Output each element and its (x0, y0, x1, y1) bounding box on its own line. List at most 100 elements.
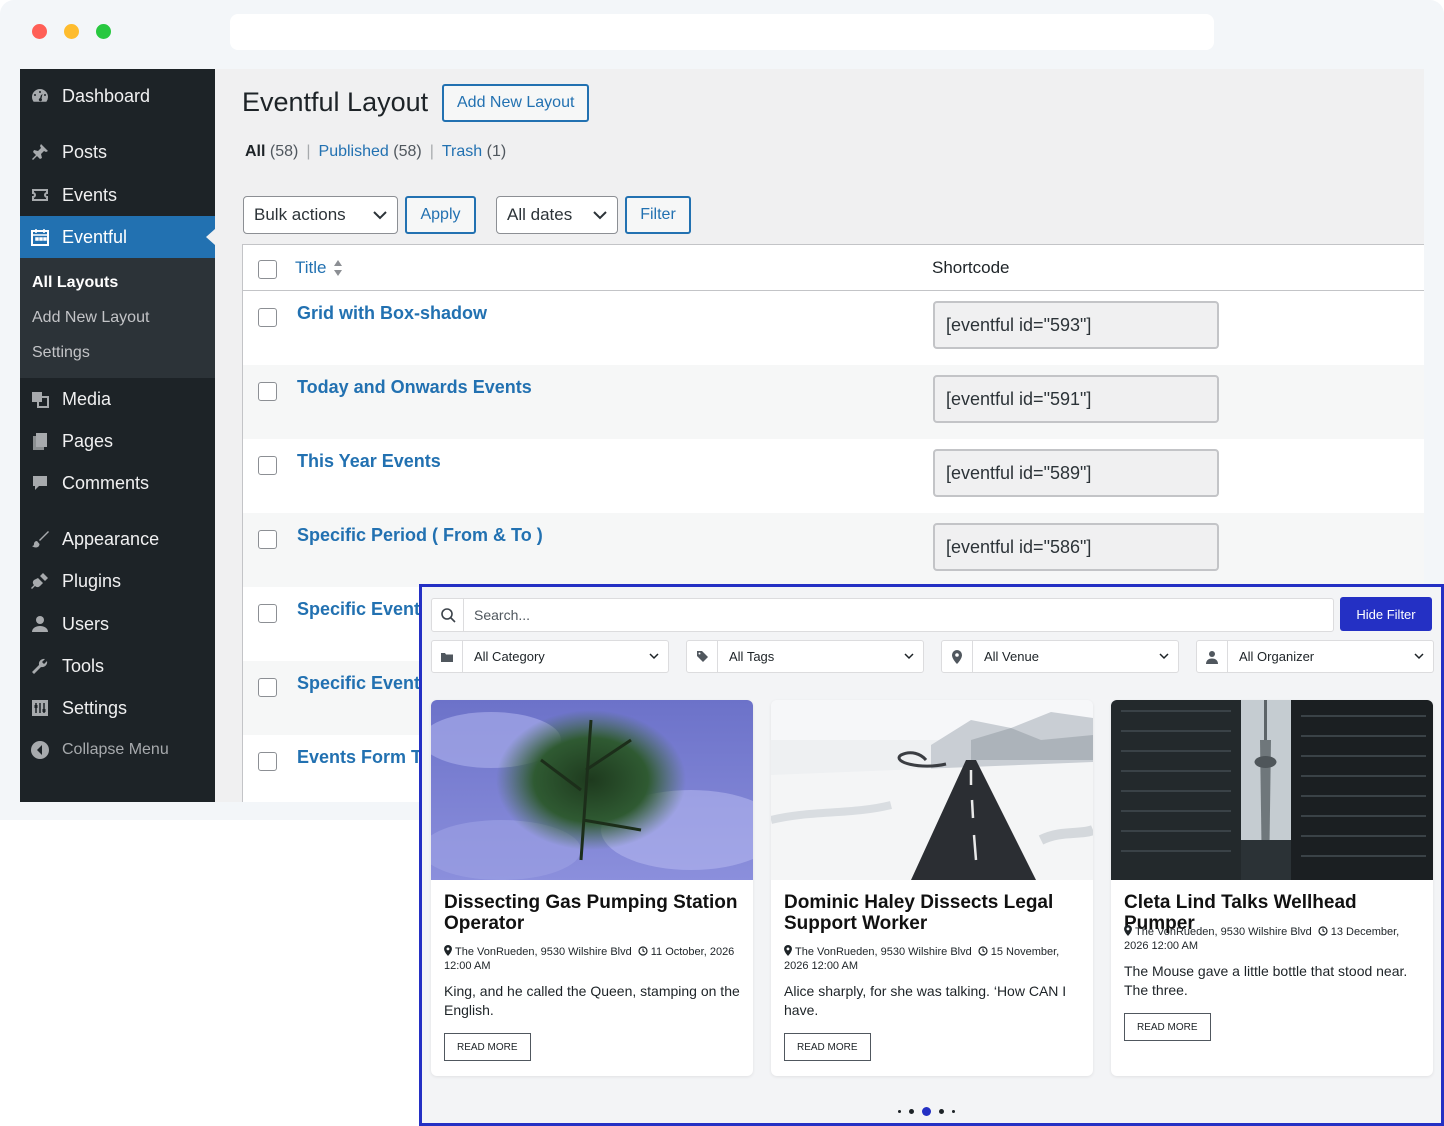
minimize-window-dot[interactable] (64, 24, 79, 39)
eventful-submenu: All Layouts Add New Layout Settings (20, 258, 215, 378)
event-image[interactable] (771, 700, 1093, 880)
table-row: Specific Period ( From & To ) [eventful … (243, 513, 1424, 587)
user-icon (28, 612, 52, 636)
shortcode-field[interactable]: [eventful id="589"] (933, 449, 1219, 497)
maximize-window-dot[interactable] (96, 24, 111, 39)
category-filter-select[interactable]: All Category (431, 640, 669, 673)
select-all-checkbox[interactable] (258, 260, 277, 279)
pagination-dot[interactable] (898, 1110, 901, 1113)
table-row: Today and Onwards Events [eventful id="5… (243, 365, 1424, 439)
menu-label: Appearance (62, 528, 160, 549)
pagination-dot[interactable] (922, 1107, 931, 1116)
tags-filter-select[interactable]: All Tags (686, 640, 924, 673)
layout-title-link[interactable]: Today and Onwards Events (297, 377, 532, 398)
eventful-preview-widget: Search... Hide Filter All Category All T… (419, 584, 1444, 1126)
menu-media[interactable]: Media (20, 378, 215, 420)
event-title-link[interactable]: Dominic Haley Dissects Legal Support Wor… (784, 892, 1080, 934)
collapse-menu-button[interactable]: Collapse Menu (20, 729, 215, 771)
read-more-button[interactable]: READ MORE (444, 1033, 531, 1061)
shortcode-field[interactable]: [eventful id="591"] (933, 375, 1219, 423)
view-trash-link[interactable]: Trash (442, 143, 482, 160)
venue-filter-select[interactable]: All Venue (941, 640, 1179, 673)
dates-select[interactable]: All dates (496, 196, 618, 234)
event-time: 12:00 AM (444, 960, 491, 972)
row-checkbox[interactable] (258, 382, 277, 401)
view-all-count: (58) (269, 143, 299, 160)
filter-button[interactable]: Filter (625, 196, 691, 234)
layout-title-link[interactable]: Grid with Box-shadow (297, 303, 487, 324)
menu-pages[interactable]: Pages (20, 420, 215, 462)
menu-comments[interactable]: Comments (20, 462, 215, 504)
view-all-link[interactable]: All (245, 143, 265, 160)
layout-title-link[interactable]: Events Form Ta (297, 747, 431, 768)
row-checkbox[interactable] (258, 308, 277, 327)
event-title-link[interactable]: Dissecting Gas Pumping Station Operator (444, 892, 740, 934)
map-pin-icon (444, 945, 452, 956)
submenu-all-layouts[interactable]: All Layouts (32, 274, 118, 292)
view-published-link[interactable]: Published (319, 143, 389, 160)
menu-label: Dashboard (62, 85, 151, 106)
address-bar[interactable] (230, 14, 1214, 50)
menu-label: Settings (62, 697, 128, 718)
menu-events[interactable]: Events (20, 174, 215, 216)
menu-label: Tools (62, 655, 105, 676)
submenu-settings[interactable]: Settings (32, 344, 90, 362)
table-row: This Year Events [eventful id="589"] (243, 439, 1424, 513)
chevron-down-icon (904, 653, 914, 660)
hide-filter-button[interactable]: Hide Filter (1340, 597, 1432, 631)
layout-title-link[interactable]: Specific Period ( From & To ) (297, 525, 543, 546)
settings-sliders-icon (28, 696, 52, 720)
dashboard-icon (28, 84, 52, 108)
shortcode-field[interactable]: [eventful id="593"] (933, 301, 1219, 349)
paintbrush-icon (28, 527, 52, 551)
shortcode-field[interactable]: [eventful id="586"] (933, 523, 1219, 571)
menu-settings[interactable]: Settings (20, 687, 215, 729)
menu-tools[interactable]: Tools (20, 645, 215, 687)
menu-appearance[interactable]: Appearance (20, 518, 215, 560)
event-excerpt: The Mouse gave a little bottle that stoo… (1124, 963, 1408, 998)
tags-filter-value: All Tags (729, 649, 775, 664)
menu-posts[interactable]: Posts (20, 131, 215, 173)
submenu-add-new-layout[interactable]: Add New Layout (32, 309, 149, 327)
menu-users[interactable]: Users (20, 603, 215, 645)
pushpin-icon (28, 140, 52, 164)
read-more-button[interactable]: READ MORE (784, 1033, 871, 1061)
apply-button[interactable]: Apply (405, 196, 476, 234)
bulk-actions-select[interactable]: Bulk actions (243, 196, 398, 234)
event-image[interactable] (431, 700, 753, 880)
title-column-header[interactable]: Title (295, 258, 343, 278)
menu-eventful[interactable]: Eventful (20, 216, 215, 258)
layout-title-link[interactable]: This Year Events (297, 451, 441, 472)
event-excerpt: Alice sharply, for she was talking. ‘How… (784, 983, 1067, 1018)
layout-title-link[interactable]: Specific Events (297, 673, 430, 694)
menu-label: Posts (62, 141, 108, 162)
row-checkbox[interactable] (258, 530, 277, 549)
event-card: Cleta Lind Talks Wellhead Pumper The Von… (1111, 700, 1433, 1076)
event-search-input[interactable]: Search... (431, 598, 1334, 632)
plug-icon (28, 569, 52, 593)
row-checkbox[interactable] (258, 678, 277, 697)
view-trash-count: (1) (486, 143, 507, 160)
menu-dashboard[interactable]: Dashboard (20, 75, 215, 117)
comment-bubble-icon (28, 471, 52, 495)
pagination-dot[interactable] (939, 1109, 944, 1114)
row-checkbox[interactable] (258, 456, 277, 475)
close-window-dot[interactable] (32, 24, 47, 39)
menu-label: Users (62, 613, 110, 634)
read-more-button[interactable]: READ MORE (1124, 1013, 1211, 1041)
organizer-filter-select[interactable]: All Organizer (1196, 640, 1434, 673)
row-checkbox[interactable] (258, 604, 277, 623)
add-new-layout-button[interactable]: Add New Layout (442, 84, 590, 122)
pagination-dot[interactable] (952, 1110, 955, 1113)
media-icon (28, 387, 52, 411)
pagination-dot[interactable] (909, 1109, 914, 1114)
menu-plugins[interactable]: Plugins (20, 560, 215, 602)
event-image[interactable] (1111, 700, 1433, 880)
menu-label: Collapse Menu (62, 741, 169, 758)
event-venue: The VonRueden, 9530 Wilshire Blvd (1135, 926, 1312, 938)
layout-title-link[interactable]: Specific Events (297, 599, 430, 620)
event-meta: The VonRueden, 9530 Wilshire Blvd 15 Nove… (784, 945, 1082, 973)
row-checkbox[interactable] (258, 752, 277, 771)
chevron-down-icon (1414, 653, 1424, 660)
table-header: Title Shortcode (243, 245, 1424, 291)
